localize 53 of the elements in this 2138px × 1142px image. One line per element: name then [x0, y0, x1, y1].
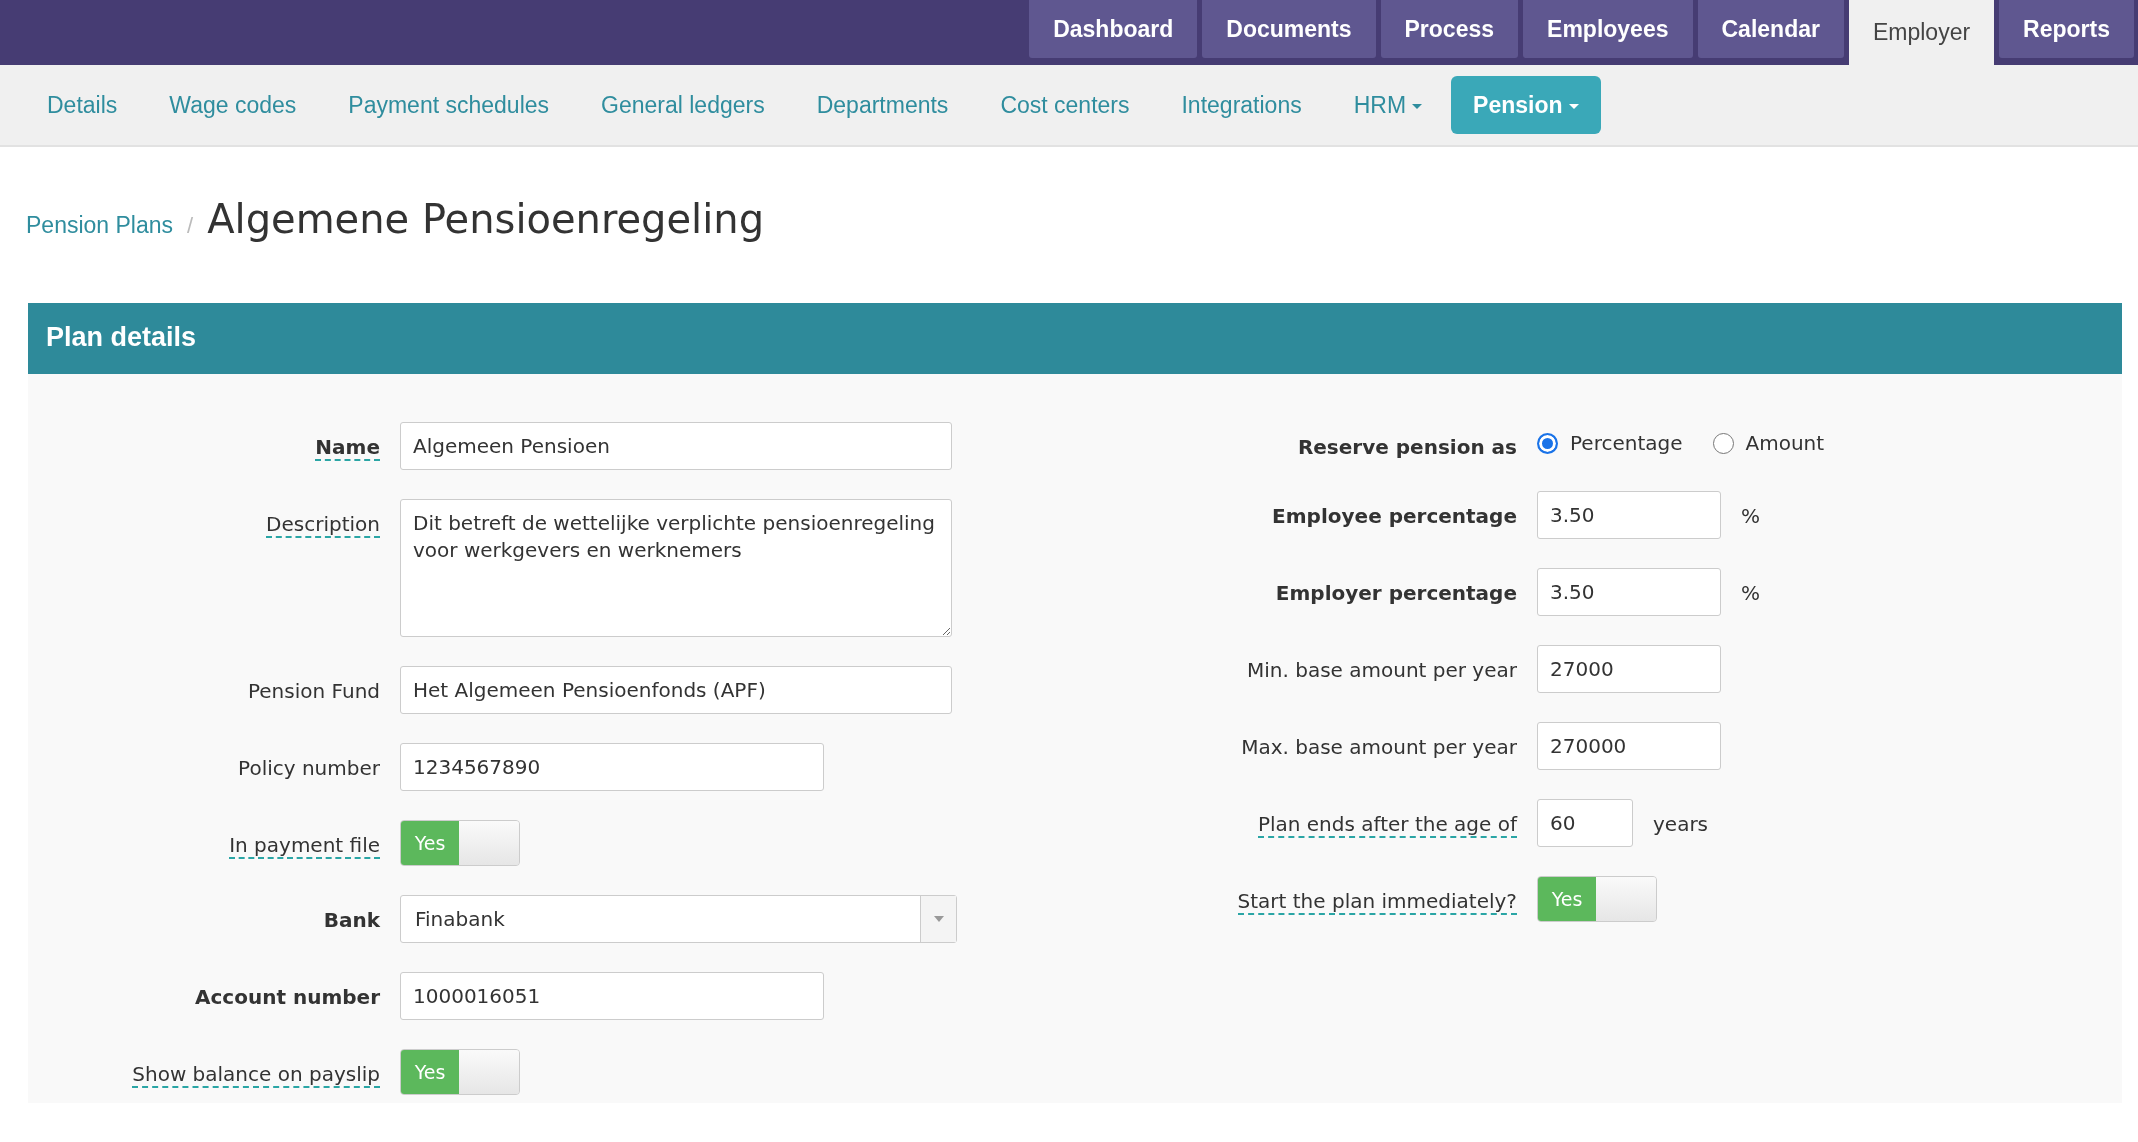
- field-label: In payment file: [229, 833, 380, 859]
- nav-tab[interactable]: Employees: [1523, 0, 1693, 58]
- input-field[interactable]: 27000: [1537, 645, 1721, 693]
- input-field[interactable]: 60: [1537, 799, 1633, 847]
- sub-nav-link[interactable]: Departments: [793, 77, 972, 133]
- sub-nav-link[interactable]: Details: [24, 77, 141, 133]
- nav-tab[interactable]: Calendar: [1697, 0, 1844, 58]
- field-label: Bank: [323, 908, 380, 932]
- radio-button[interactable]: [1537, 432, 1558, 454]
- radio-label: Percentage: [1570, 430, 1683, 457]
- input-field[interactable]: 3.50: [1537, 568, 1721, 616]
- sub-nav-link[interactable]: General ledgers: [578, 77, 788, 133]
- page-title: Algemene Pensioenregeling: [207, 195, 765, 243]
- sub-nav-link[interactable]: Integrations: [1158, 77, 1325, 133]
- breadcrumb-separator: /: [187, 212, 194, 240]
- field-label: Pension Fund: [247, 679, 380, 703]
- input-field[interactable]: 1000016051: [400, 972, 824, 1020]
- field-label: Plan ends after the age of: [1257, 812, 1517, 838]
- input-field[interactable]: 3.50: [1537, 491, 1721, 539]
- sub-nav-link[interactable]: Wage codes: [146, 77, 320, 133]
- field-label: Employer percentage: [1275, 581, 1517, 605]
- field-label: Max. base amount per year: [1241, 735, 1517, 759]
- nav-tab[interactable]: Process: [1380, 0, 1519, 58]
- dropdown-tab[interactable]: HRM: [1330, 77, 1446, 133]
- field-label: Employee percentage: [1272, 504, 1517, 528]
- unit-label: %: [1741, 503, 1760, 530]
- field-label: Policy number: [238, 756, 380, 780]
- nav-tab[interactable]: Reports: [1999, 0, 2134, 58]
- sub-nav-link[interactable]: Cost centers: [977, 77, 1153, 133]
- unit-label: years: [1653, 811, 1709, 838]
- nav-tab[interactable]: Dashboard: [1029, 0, 1198, 58]
- field-label: Reserve pension as: [1297, 435, 1517, 459]
- radio-button[interactable]: [1712, 432, 1734, 454]
- breadcrumb-link[interactable]: Pension Plans: [26, 208, 174, 243]
- nav-tab[interactable]: Documents: [1202, 0, 1376, 58]
- input-field[interactable]: 1234567890: [400, 743, 824, 791]
- field-label: Show balance on payslip: [132, 1062, 380, 1088]
- input-field[interactable]: Het Algemeen Pensioenfonds (APF): [400, 666, 952, 714]
- nav-tab[interactable]: Employer: [1848, 0, 1995, 65]
- panel-title: Plan details: [28, 303, 2122, 374]
- radio-label: Amount: [1745, 430, 1825, 457]
- field-label: Name: [315, 435, 380, 461]
- unit-label: %: [1741, 580, 1760, 607]
- field-label: Account number: [195, 985, 380, 1009]
- field-label: Start the plan immediately?: [1237, 889, 1517, 915]
- select-field[interactable]: Finabank: [400, 895, 957, 943]
- dropdown-arrow-icon: [933, 916, 944, 922]
- field-label: Min. base amount per year: [1247, 658, 1517, 682]
- input-field[interactable]: 270000: [1537, 722, 1721, 770]
- input-field[interactable]: Algemeen Pensioen: [400, 422, 952, 470]
- text-area[interactable]: Dit betreft de wettelijke verplichte pensioenregeling voor werkgevers en werknemers: [400, 499, 952, 637]
- field-label: Description: [266, 512, 380, 538]
- sub-nav-link[interactable]: Payment schedules: [325, 77, 573, 133]
